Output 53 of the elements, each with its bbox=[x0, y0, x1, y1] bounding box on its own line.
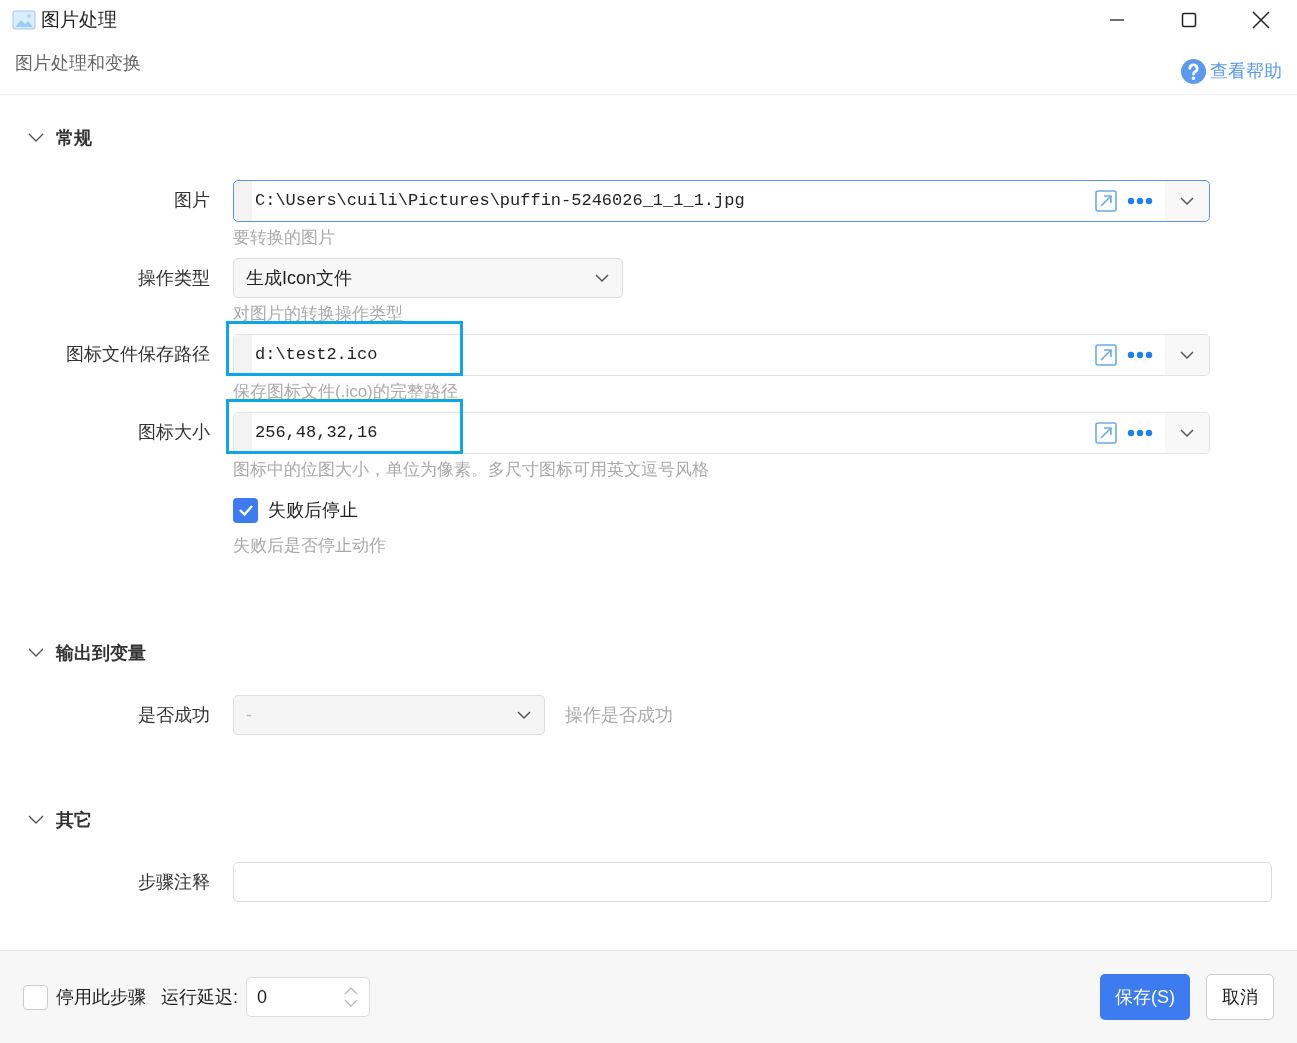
section-header[interactable]: 输出到变量 bbox=[0, 638, 1297, 668]
chevron-down-icon bbox=[1179, 196, 1195, 206]
chevron-icon bbox=[28, 133, 44, 143]
window-subtitle: 图片处理和变换 bbox=[15, 51, 141, 75]
cancel-button[interactable]: 取消 bbox=[1206, 974, 1274, 1020]
path-field[interactable]: d:\test2.ico bbox=[233, 334, 1210, 376]
path-field[interactable]: 256,48,32,16 bbox=[233, 412, 1210, 454]
comment-field[interactable] bbox=[233, 862, 1272, 902]
more-icon[interactable] bbox=[1127, 429, 1153, 437]
delay-spinner[interactable]: 0 bbox=[246, 977, 370, 1017]
field-hint: 保存图标文件(.ico)的完整路径 bbox=[233, 381, 459, 403]
chevron-icon bbox=[28, 648, 44, 658]
section-header[interactable]: 其它 bbox=[0, 805, 1297, 835]
picture-icon bbox=[12, 10, 36, 30]
window-title: 图片处理 bbox=[41, 7, 117, 32]
chevron-down-icon bbox=[516, 710, 532, 720]
dropdown-button[interactable] bbox=[1165, 413, 1209, 453]
field-hint: 对图片的转换操作类型 bbox=[233, 303, 404, 325]
more-icon[interactable] bbox=[1127, 351, 1153, 359]
open-link-icon[interactable] bbox=[1095, 422, 1117, 444]
select-field[interactable]: 生成Icon文件 bbox=[233, 258, 623, 298]
open-link-icon[interactable] bbox=[1095, 190, 1117, 212]
checkbox-label: 失败后停止 bbox=[268, 498, 358, 522]
delay-label: 运行延迟: bbox=[161, 985, 238, 1009]
field-label: 图片 bbox=[174, 188, 210, 212]
field-label: 步骤注释 bbox=[138, 870, 210, 894]
checkbox[interactable] bbox=[233, 497, 258, 523]
field-label: 操作类型 bbox=[138, 266, 210, 290]
chevron-down-icon bbox=[1179, 350, 1195, 360]
more-icon[interactable] bbox=[1127, 197, 1153, 205]
spinner-arrows-icon bbox=[343, 985, 359, 1009]
save-button[interactable]: 保存(S) bbox=[1100, 974, 1190, 1020]
field-hint: 图标中的位图大小，单位为像素。多尺寸图标可用英文逗号风格 bbox=[233, 459, 710, 481]
field-hint: 要转换的图片 bbox=[233, 227, 336, 249]
dropdown-button[interactable] bbox=[1165, 181, 1209, 221]
field-label: 是否成功 bbox=[138, 703, 210, 727]
minimize-icon bbox=[1109, 19, 1125, 21]
dropdown-button[interactable] bbox=[1165, 335, 1209, 375]
help-icon bbox=[1181, 58, 1206, 84]
disable-step-label: 停用此步骤 bbox=[56, 985, 146, 1009]
chevron-down-icon bbox=[1179, 428, 1195, 438]
section-header[interactable]: 常规 bbox=[0, 123, 1297, 153]
field-note: 操作是否成功 bbox=[565, 703, 673, 727]
maximize-icon bbox=[1181, 12, 1197, 28]
field-label: 图标大小 bbox=[138, 420, 210, 444]
open-link-icon[interactable] bbox=[1095, 344, 1117, 366]
disable-checkbox[interactable] bbox=[23, 984, 48, 1010]
close-icon bbox=[1252, 11, 1270, 29]
chevron-icon bbox=[28, 815, 44, 825]
path-field[interactable]: C:\Users\cuili\Pictures\puffin-5246026_1_1_1.jpg bbox=[233, 180, 1210, 222]
chevron-down-icon bbox=[594, 273, 610, 283]
field-label: 图标文件保存路径 bbox=[66, 342, 210, 366]
field-hint: 失败后是否停止动作 bbox=[233, 535, 386, 557]
